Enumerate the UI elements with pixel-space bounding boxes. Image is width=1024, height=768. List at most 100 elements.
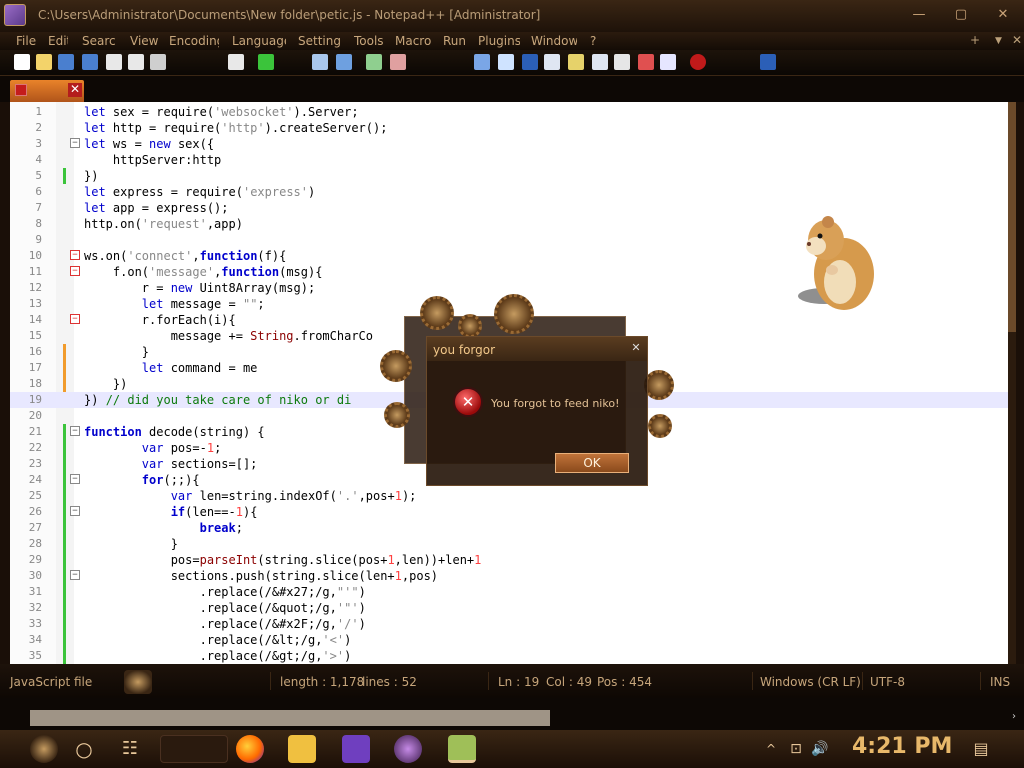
replace-icon[interactable] (336, 54, 352, 70)
menu-macro[interactable]: Macro (395, 34, 431, 48)
fold-toggle-icon[interactable]: − (70, 314, 80, 324)
fold-toggle-icon[interactable]: − (70, 474, 80, 484)
paste-icon[interactable] (228, 54, 244, 70)
code-line[interactable]: 4 httpServer:http (10, 152, 1016, 168)
fold-toggle-icon[interactable]: − (70, 250, 80, 260)
hamster-desktop-pet-icon[interactable] (794, 210, 884, 320)
dialog-close-icon[interactable]: ✕ (629, 341, 643, 355)
find-icon[interactable] (312, 54, 328, 70)
menu-help[interactable]: ? (590, 34, 600, 48)
network-icon[interactable]: ⊡ (786, 735, 806, 763)
doc-list-icon[interactable] (592, 54, 608, 70)
menu-view[interactable]: View (130, 34, 158, 48)
code-line[interactable]: 34 .replace(/&lt;/g,'<') (10, 632, 1016, 648)
editor-vertical-scrollbar[interactable] (1008, 102, 1016, 664)
editor-scroll-thumb[interactable] (1008, 102, 1016, 332)
taskbar-clock[interactable]: 4:21 PM (852, 734, 952, 759)
redo-icon[interactable] (258, 54, 274, 70)
fold-toggle-icon[interactable]: − (70, 138, 80, 148)
menu-encoding[interactable]: Encoding (169, 34, 219, 48)
code-line[interactable]: 35 .replace(/&gt;/g,'>') (10, 648, 1016, 664)
line-number: 19 (28, 393, 42, 406)
code-line[interactable]: 32 .replace(/&quot;/g,'"') (10, 600, 1016, 616)
tab-list-dropdown-icon[interactable]: ▼ (995, 36, 1002, 46)
code-line[interactable]: 26 − if(len==-1){ (10, 504, 1016, 520)
code-line[interactable]: 27 break; (10, 520, 1016, 536)
firefox-icon[interactable] (236, 735, 264, 763)
save-all-icon[interactable] (82, 54, 98, 70)
code-line[interactable]: 5}) (10, 168, 1016, 184)
line-number: 16 (28, 345, 42, 358)
notepadpp-app-icon[interactable] (4, 4, 26, 26)
file-explorer-icon[interactable] (288, 735, 316, 763)
doc-map-icon[interactable] (568, 54, 584, 70)
code-line[interactable]: 1 let sex = require('websocket').Server; (10, 104, 1016, 120)
show-all-chars-icon[interactable] (498, 54, 514, 70)
task-view-icon[interactable]: ☷ (116, 735, 144, 763)
menu-settings[interactable]: Settings (298, 34, 340, 48)
menu-file[interactable]: File (16, 34, 36, 48)
user-language-icon[interactable] (544, 54, 560, 70)
run-macro-multiple-icon[interactable] (760, 54, 776, 70)
code-line[interactable]: 3 − let ws = new sex({ (10, 136, 1016, 152)
code-line[interactable]: 33 .replace(/&#x2F;/g,'/') (10, 616, 1016, 632)
horizontal-scroll-thumb[interactable] (30, 710, 550, 726)
code-line[interactable]: 6 let express = require('express') (10, 184, 1016, 200)
code-line[interactable]: 30 − sections.push(string.slice(len+1,pos… (10, 568, 1016, 584)
new-file-icon[interactable] (14, 54, 30, 70)
notepadpp-taskbar-icon[interactable] (448, 735, 476, 763)
code-line[interactable]: 28 } (10, 536, 1016, 552)
menu-language[interactable]: Language (232, 34, 286, 48)
fold-toggle-icon[interactable]: − (70, 570, 80, 580)
status-insert-mode[interactable]: INS (990, 675, 1010, 689)
code-line[interactable]: 31 .replace(/&#x27;/g,"'") (10, 584, 1016, 600)
notification-center-icon[interactable]: ▤ (970, 735, 992, 763)
new-tab-plus-icon[interactable]: + (970, 33, 980, 47)
niko-app-icon[interactable] (394, 735, 422, 763)
indent-guide-icon[interactable] (522, 54, 538, 70)
print-icon[interactable] (150, 54, 166, 70)
scroll-right-arrow-icon[interactable]: › (1012, 712, 1020, 722)
gear-decoration-icon (384, 402, 410, 428)
visual-studio-icon[interactable] (342, 735, 370, 763)
save-icon[interactable] (58, 54, 74, 70)
code-line[interactable]: 25 var len=string.indexOf('.',pos+1); (10, 488, 1016, 504)
status-eol[interactable]: Windows (CR LF) (760, 675, 861, 689)
record-macro-icon[interactable] (690, 54, 706, 70)
close-file-icon[interactable] (106, 54, 122, 70)
taskbar-search-box[interactable] (160, 735, 228, 763)
menu-edit[interactable]: Edit (48, 34, 68, 48)
volume-icon[interactable]: 🔊 (810, 735, 830, 763)
tab-close-icon[interactable]: ✕ (68, 83, 82, 97)
folder-workspace-icon[interactable] (638, 54, 654, 70)
word-wrap-icon[interactable] (474, 54, 490, 70)
menu-plugins[interactable]: Plugins (478, 34, 520, 48)
menu-run[interactable]: Run (443, 34, 465, 48)
maximize-button[interactable]: ▢ (950, 6, 972, 24)
zoom-in-icon[interactable] (366, 54, 382, 70)
tray-overflow-icon[interactable]: ^ (764, 735, 778, 763)
fold-toggle-icon[interactable]: − (70, 506, 80, 516)
menu-search[interactable]: Search (82, 34, 116, 48)
function-list-icon[interactable] (614, 54, 630, 70)
code-text: sections.push(string.slice(len+1,pos) (84, 569, 439, 583)
close-all-icon[interactable] (128, 54, 144, 70)
close-doc-icon[interactable]: ✕ (1012, 33, 1022, 47)
open-file-icon[interactable] (36, 54, 52, 70)
editor-horizontal-scrollbar[interactable]: › (0, 698, 1024, 730)
close-window-button[interactable]: ✕ (992, 6, 1014, 24)
menu-window[interactable]: Window (531, 34, 577, 48)
code-line[interactable]: 2 let http = require('http').createServer… (10, 120, 1016, 136)
code-line[interactable]: 29 pos=parseInt(string.slice(pos+1,len))… (10, 552, 1016, 568)
zoom-out-icon[interactable] (390, 54, 406, 70)
menu-tools[interactable]: Tools (354, 34, 384, 48)
fold-toggle-icon[interactable]: − (70, 426, 80, 436)
monitoring-icon[interactable] (660, 54, 676, 70)
start-button-icon[interactable] (30, 735, 58, 763)
fold-toggle-icon[interactable]: − (70, 266, 80, 276)
line-number: 5 (35, 169, 42, 182)
status-encoding[interactable]: UTF-8 (870, 675, 905, 689)
minimize-button[interactable]: — (908, 6, 930, 24)
search-icon[interactable]: ○ (70, 735, 98, 763)
ok-button[interactable]: OK (555, 453, 629, 473)
